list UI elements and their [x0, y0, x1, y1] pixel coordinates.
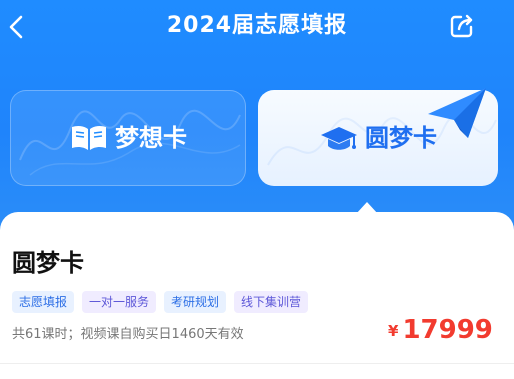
feature-tag: 一对一服务: [82, 291, 157, 313]
plan-title: 圆梦卡: [12, 249, 84, 277]
feature-tag: 志愿填报: [12, 291, 75, 313]
graduation-cap-icon: [321, 127, 357, 150]
selected-card-indicator: [356, 202, 378, 214]
paper-plane-icon: [428, 88, 486, 138]
dream-card-tab[interactable]: 梦想卡: [10, 90, 246, 186]
price-value: 17999: [402, 315, 493, 345]
plan-description: 共61课时；视频课自购买日1460天有效: [12, 327, 244, 342]
feature-tag-list: 志愿填报 一对一服务 考研规划 线下集训营: [12, 291, 309, 313]
feature-tag: 线下集训营: [234, 291, 309, 313]
app-screen: 2024届志愿填报 梦想卡 圆梦卡 圆梦卡 志愿填报 一对一服务 考研规划 线下…: [0, 0, 514, 379]
dream-card-content: 梦想卡: [10, 90, 246, 186]
page-title: 2024届志愿填报: [166, 13, 348, 38]
book-icon: [72, 125, 106, 150]
currency-symbol: ¥: [388, 322, 399, 340]
feature-tag: 考研规划: [164, 291, 227, 313]
divider: [0, 363, 514, 364]
dream-card-label: 梦想卡: [115, 124, 187, 152]
share-icon[interactable]: [448, 12, 476, 40]
top-nav-bar: 2024届志愿填报: [0, 0, 514, 56]
plan-price: ¥17999: [388, 312, 493, 351]
